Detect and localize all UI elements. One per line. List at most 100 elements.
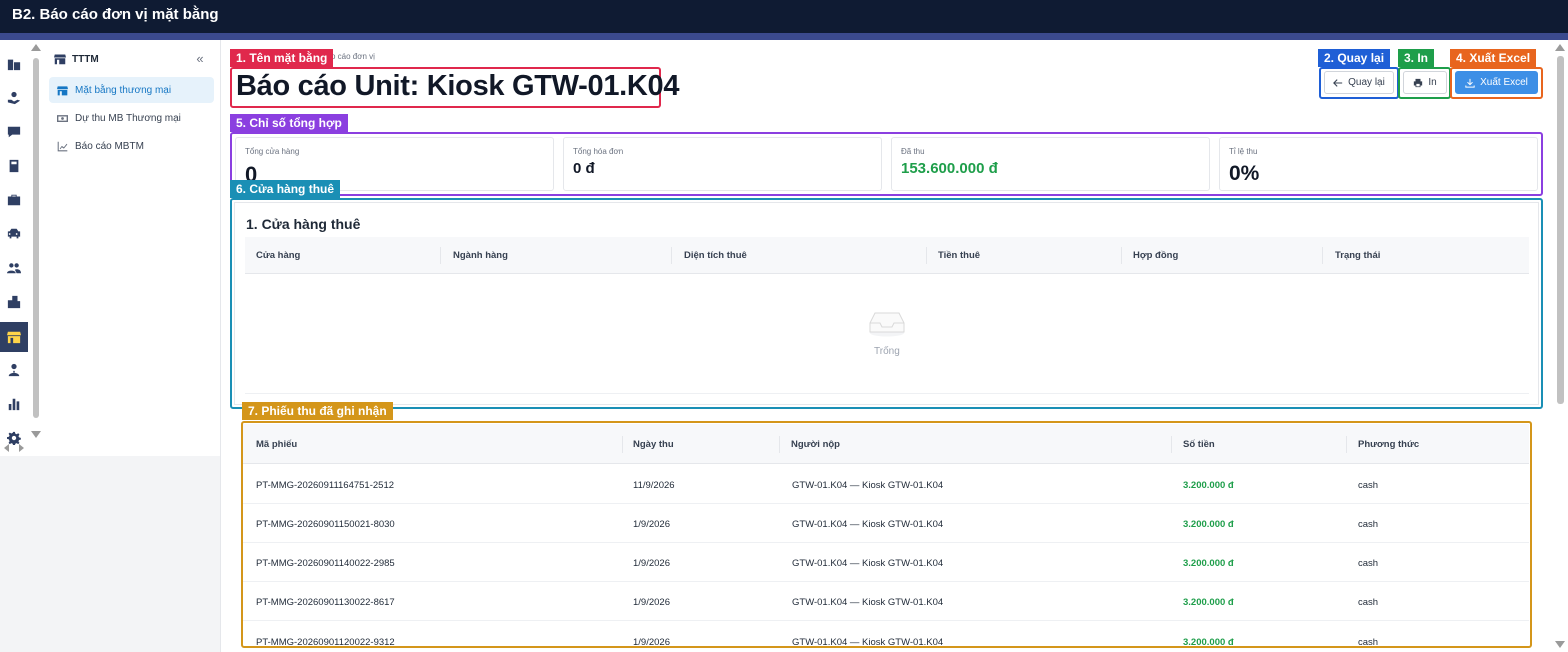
column-header[interactable]: Cửa hàng xyxy=(256,250,300,261)
annotation-label-3: 3. In xyxy=(1398,49,1435,67)
receipt-amount: 3.200.000 đ xyxy=(1183,597,1234,608)
column-divider xyxy=(1171,436,1172,453)
main-scroll-thumb[interactable] xyxy=(1557,56,1564,404)
receipt-code: PT-MMG-20260901120022-9312 xyxy=(256,637,395,646)
table-row[interactable]: PT-MMG-20260901140022-2985 1/9/2026 GTW-… xyxy=(243,543,1529,582)
car-icon[interactable] xyxy=(6,226,22,242)
stat-label: Đã thu xyxy=(901,147,925,156)
store-icon xyxy=(57,85,68,95)
export-excel-button[interactable]: Xuất Excel xyxy=(1455,71,1538,94)
receipt-method: cash xyxy=(1358,597,1379,608)
stat-value: 0% xyxy=(1229,162,1260,185)
column-divider xyxy=(1346,436,1347,453)
main-scrollbar[interactable] xyxy=(1553,40,1568,652)
icon-rail xyxy=(0,40,28,456)
stat-card-collected: Đã thu 153.600.000 đ xyxy=(891,137,1210,191)
app-title-bar: B2. Báo cáo đơn vị mặt bằng xyxy=(0,0,1568,33)
annotation-label-1: 1. Tên mặt bằng xyxy=(230,49,334,67)
column-header[interactable]: Phương thức xyxy=(1358,439,1419,450)
column-divider xyxy=(926,247,927,264)
scroll-left-arrow-icon[interactable] xyxy=(4,444,9,452)
chat-icon[interactable] xyxy=(6,124,22,140)
receipts-table-header: Mã phiếu Ngày thu Người nộp Số tiền Phươ… xyxy=(243,424,1529,464)
column-header[interactable]: Trạng thái xyxy=(1335,250,1380,261)
stores-card xyxy=(234,202,1539,405)
sidebar: TTTM « Mặt bằng thương mại Dự thu MB Thư… xyxy=(44,40,220,456)
stat-value: 0 đ xyxy=(573,160,595,177)
money-icon xyxy=(57,114,68,122)
annotation-label-7: 7. Phiếu thu đã ghi nhận xyxy=(242,402,393,420)
empty-inbox-icon xyxy=(869,312,905,337)
stat-card-total-invoices: Tổng hóa đơn 0 đ xyxy=(563,137,882,191)
stat-label: Tổng cửa hàng xyxy=(245,147,300,156)
city-icon[interactable] xyxy=(6,294,22,310)
print-button[interactable]: In xyxy=(1403,71,1447,94)
building-icon[interactable] xyxy=(6,56,22,72)
table-row[interactable]: PT-MMG-20260901130022-8617 1/9/2026 GTW-… xyxy=(243,582,1529,621)
column-header[interactable]: Mã phiếu xyxy=(256,439,297,450)
table-row[interactable]: PT-MMG-20260901120022-9312 1/9/2026 GTW-… xyxy=(243,621,1529,646)
column-header[interactable]: Ngày thu xyxy=(633,439,674,450)
window-title: B2. Báo cáo đơn vị mặt bằng xyxy=(12,6,219,23)
receipt-date: 1/9/2026 xyxy=(633,597,670,608)
bar-chart-icon[interactable] xyxy=(6,396,22,412)
scroll-up-arrow-icon[interactable] xyxy=(1555,44,1565,51)
receipt-amount: 3.200.000 đ xyxy=(1183,558,1234,569)
column-divider xyxy=(1322,247,1323,264)
printer-icon xyxy=(1414,78,1423,87)
column-header[interactable]: Diện tích thuê xyxy=(684,250,747,261)
receipt-code: PT-MMG-20260901130022-8617 xyxy=(256,597,395,608)
column-header[interactable]: Hợp đồng xyxy=(1133,250,1178,261)
content-divider xyxy=(220,40,221,652)
column-header[interactable]: Tiền thuê xyxy=(938,250,980,261)
stat-label: Tỉ lệ thu xyxy=(1229,147,1258,156)
annotation-label-2: 2. Quay lại xyxy=(1318,49,1391,67)
column-divider xyxy=(779,436,780,453)
receipt-method: cash xyxy=(1358,637,1379,646)
annotation-label-4: 4. Xuất Excel xyxy=(1450,49,1537,67)
sidebar-item-label: Báo cáo MBTM xyxy=(75,140,144,152)
calculator-icon[interactable] xyxy=(6,158,22,174)
rail-scroll-thumb[interactable] xyxy=(33,58,39,418)
receipt-payer: GTW-01.K04 — Kiosk GTW-01.K04 xyxy=(792,597,944,608)
stores-table-header: Cửa hàng Ngành hàng Diện tích thuê Tiền … xyxy=(245,237,1529,274)
column-divider xyxy=(440,247,441,264)
sidebar-item-bao-cao-mbtm[interactable]: Báo cáo MBTM xyxy=(49,133,214,159)
table-row[interactable]: PT-MMG-20260911164751-2512 11/9/2026 GTW… xyxy=(243,465,1529,504)
receipt-amount: 3.200.000 đ xyxy=(1183,519,1234,530)
store-icon[interactable] xyxy=(0,322,28,352)
page-title: Báo cáo Unit: Kiosk GTW-01.K04 xyxy=(236,70,680,102)
scroll-down-arrow-icon[interactable] xyxy=(1555,641,1565,648)
table-row[interactable]: PT-MMG-20260901150021-8030 1/9/2026 GTW-… xyxy=(243,504,1529,543)
back-button[interactable]: Quay lại xyxy=(1324,71,1394,94)
stores-section-title: 1. Cửa hàng thuê xyxy=(246,216,361,232)
back-button-label: Quay lại xyxy=(1348,77,1385,88)
hand-coin-icon[interactable] xyxy=(6,90,22,106)
collapse-sidebar-icon[interactable]: « xyxy=(190,52,210,68)
receipt-payer: GTW-01.K04 — Kiosk GTW-01.K04 xyxy=(792,637,944,646)
scroll-up-arrow-icon[interactable] xyxy=(31,44,41,51)
annotation-label-5: 5. Chỉ số tổng hợp xyxy=(230,114,348,132)
column-header[interactable]: Số tiền xyxy=(1183,439,1215,450)
receipt-date: 11/9/2026 xyxy=(633,480,675,491)
scroll-right-arrow-icon[interactable] xyxy=(19,444,24,452)
column-header[interactable]: Ngành hàng xyxy=(453,250,508,261)
receipt-code: PT-MMG-20260901150021-8030 xyxy=(256,519,395,530)
users-icon[interactable] xyxy=(6,260,22,276)
stat-card-collection-rate: Tỉ lệ thu 0% xyxy=(1219,137,1538,191)
receipt-amount: 3.200.000 đ xyxy=(1183,637,1234,646)
column-divider xyxy=(671,247,672,264)
receipt-code: PT-MMG-20260911164751-2512 xyxy=(256,480,395,491)
breadcrumb[interactable]: o cáo đơn vị xyxy=(331,52,375,61)
user-tie-icon[interactable] xyxy=(6,362,22,378)
sidebar-item-du-thu[interactable]: Dự thu MB Thương mại xyxy=(49,105,214,131)
sidebar-footer-area xyxy=(0,456,220,652)
store-icon xyxy=(54,54,66,65)
scroll-down-arrow-icon[interactable] xyxy=(31,431,41,438)
briefcase-icon[interactable] xyxy=(6,192,22,208)
rail-scrollbar[interactable] xyxy=(31,44,41,444)
sidebar-item-mat-bang-thuong-mai[interactable]: Mặt bằng thương mại xyxy=(49,77,214,103)
column-header[interactable]: Người nộp xyxy=(791,439,840,450)
receipt-date: 1/9/2026 xyxy=(633,558,670,569)
export-button-label: Xuất Excel xyxy=(1480,77,1528,88)
